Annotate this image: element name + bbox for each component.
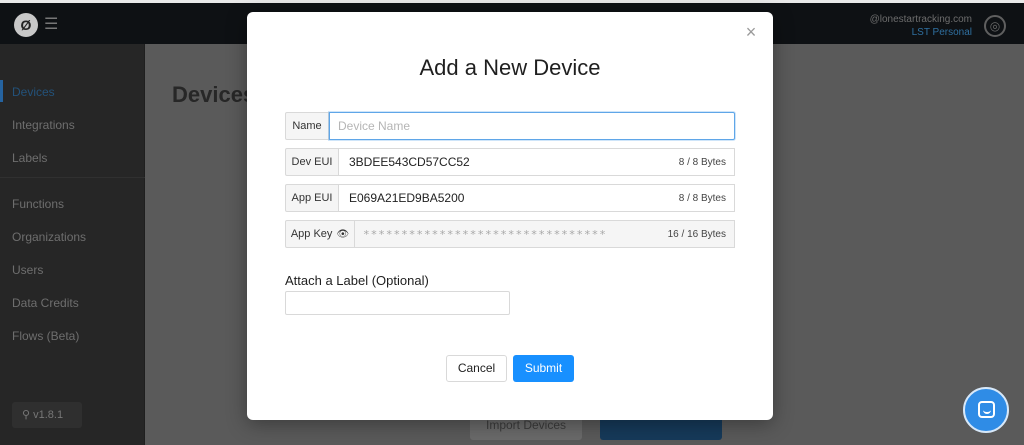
dev-eui-input[interactable]: 3BDEE543CD57CC52 8 / 8 Bytes [339, 148, 735, 176]
app-key-byte-count: 16 / 16 Bytes [667, 228, 726, 240]
dev-eui-field-row: Dev EUI 3BDEE543CD57CC52 8 / 8 Bytes [285, 148, 735, 176]
label-select-input[interactable] [285, 291, 510, 315]
name-addon-label: Name [285, 112, 329, 140]
version-label: v1.8.1 [33, 409, 64, 421]
dev-eui-addon-label: Dev EUI [285, 148, 339, 176]
attach-label-heading: Attach a Label (Optional) [285, 273, 429, 288]
submit-button[interactable]: Submit [513, 355, 574, 382]
app-key-addon[interactable]: App Key 👁 [285, 220, 355, 248]
page-title: Devices [172, 82, 256, 107]
version-badge[interactable]: ⚲ v1.8.1 [12, 402, 82, 428]
name-field-row: Name [285, 112, 735, 140]
app-eui-byte-count: 8 / 8 Bytes [678, 192, 726, 204]
app-key-input[interactable]: ******************************** 16 / 16… [355, 220, 735, 248]
cancel-button[interactable]: Cancel [446, 355, 507, 382]
sidebar-item-labels[interactable]: Labels [12, 151, 47, 165]
account-plan: LST Personal [911, 27, 972, 38]
app-eui-field-row: App EUI E069A21ED9BA5200 8 / 8 Bytes [285, 184, 735, 212]
eye-slash-icon[interactable]: 👁 [336, 229, 349, 240]
chat-support-button[interactable] [963, 387, 1009, 433]
sidebar-item-devices[interactable]: Devices [12, 85, 55, 99]
sidebar-item-users[interactable]: Users [12, 263, 43, 277]
chat-icon [978, 401, 995, 418]
app-key-addon-label: App Key [290, 228, 333, 240]
sidebar-item-organizations[interactable]: Organizations [12, 230, 86, 244]
sidebar-item-flows[interactable]: Flows (Beta) [12, 329, 79, 343]
chat-smile-icon [983, 410, 991, 414]
account-info[interactable]: @lonestartracking.com LST Personal [870, 13, 972, 39]
app-eui-value: E069A21ED9BA5200 [349, 191, 465, 205]
key-icon: ⚲ [22, 409, 31, 421]
app-key-field-row: App Key 👁 ******************************… [285, 220, 735, 248]
app-logo[interactable]: Ø [14, 13, 38, 37]
sidebar: Devices Integrations Labels Functions Or… [0, 44, 145, 445]
sidebar-item-data-credits[interactable]: Data Credits [12, 296, 79, 310]
account-email: @lonestartracking.com [869, 14, 972, 25]
add-device-modal: × Add a New Device Name Dev EUI 3BDEE543… [247, 12, 773, 420]
dev-eui-value: 3BDEE543CD57CC52 [349, 155, 470, 169]
sidebar-item-functions[interactable]: Functions [12, 197, 64, 211]
close-icon[interactable]: × [743, 23, 759, 41]
menu-icon[interactable]: ☰ [44, 13, 58, 37]
modal-title: Add a New Device [419, 55, 601, 80]
app-eui-addon-label: App EUI [285, 184, 339, 212]
device-name-input[interactable] [329, 112, 735, 140]
sidebar-active-indicator [0, 80, 3, 102]
sidebar-divider [0, 177, 145, 178]
dev-eui-byte-count: 8 / 8 Bytes [678, 156, 726, 168]
sidebar-item-integrations[interactable]: Integrations [12, 118, 75, 132]
app-eui-input[interactable]: E069A21ED9BA5200 8 / 8 Bytes [339, 184, 735, 212]
app-key-masked-value: ******************************** [363, 227, 607, 241]
account-icon[interactable]: ◎ [984, 15, 1006, 37]
